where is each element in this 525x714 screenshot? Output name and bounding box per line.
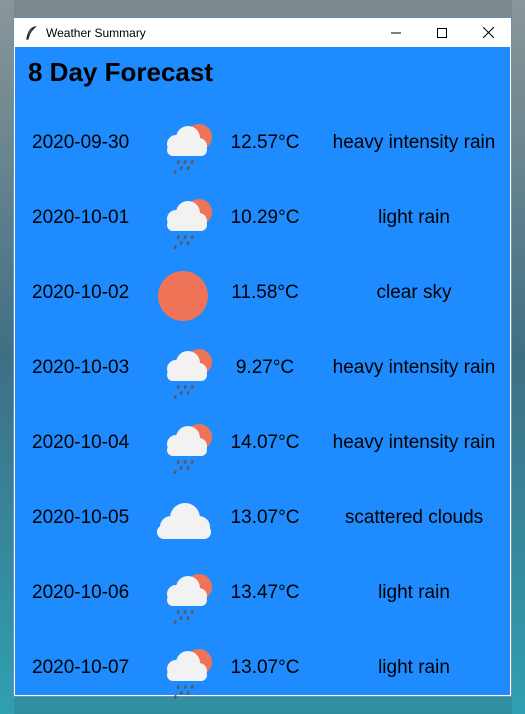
forecast-date: 2020-10-06 — [32, 582, 130, 603]
minimize-button[interactable] — [373, 18, 419, 47]
forecast-row: 2020-10-01 10.29°C light rain — [15, 183, 510, 258]
forecast-description: heavy intensity rain — [332, 132, 496, 153]
forecast-date: 2020-10-01 — [32, 207, 130, 228]
forecast-description: light rain — [378, 582, 450, 603]
title-bar[interactable]: Weather Summary — [14, 18, 511, 47]
forecast-description: scattered clouds — [344, 507, 484, 528]
forecast-row: 2020-10-06 13.47°C light rain — [15, 558, 510, 633]
forecast-temperature: 13.07°C — [230, 657, 300, 678]
minimize-icon — [391, 32, 401, 33]
feather-icon — [26, 25, 37, 40]
forecast-temperature: 14.07°C — [230, 432, 300, 453]
forecast-temperature: 13.47°C — [230, 582, 300, 603]
forecast-temperature: 12.57°C — [230, 132, 300, 153]
forecast-row: 2020-10-07 13.07°C light rain — [15, 633, 510, 708]
forecast-description: clear sky — [376, 282, 452, 303]
forecast-description: light rain — [378, 657, 450, 678]
forecast-row: 2020-10-03 9.27°C heavy intensity rain — [15, 333, 510, 408]
forecast-description: heavy intensity rain — [332, 357, 496, 378]
forecast-temperature: 13.07°C — [230, 507, 300, 528]
forecast-row: 2020-09-30 12.57°C heavy intensity rain — [15, 108, 510, 183]
forecast-date: 2020-10-07 — [32, 657, 130, 678]
maximize-icon — [437, 27, 447, 38]
forecast-row: 2020-10-04 14.07°C heavy intensity rain — [15, 408, 510, 483]
window-title: Weather Summary — [46, 25, 146, 40]
forecast-date: 2020-10-02 — [32, 282, 130, 303]
desktop-background-left — [0, 0, 14, 714]
forecast-date: 2020-10-04 — [32, 432, 130, 453]
maximize-button[interactable] — [419, 18, 465, 47]
forecast-row: 2020-10-05 13.07°C scattered clouds — [15, 483, 510, 558]
close-button[interactable] — [465, 18, 511, 47]
page-title: 8 Day Forecast — [28, 57, 213, 87]
app-window: Weather Summary 8 Day Forecast 2020-09-3… — [13, 17, 512, 700]
forecast-temperature: 10.29°C — [230, 207, 300, 228]
desktop-background-right — [512, 0, 525, 714]
forecast-panel: 8 Day Forecast 2020-09-30 12.57°C heavy i… — [15, 47, 510, 700]
forecast-date: 2020-10-05 — [32, 507, 130, 528]
forecast-temperature: 11.58°C — [231, 282, 299, 303]
forecast-temperature: 9.27°C — [235, 357, 295, 378]
forecast-date: 2020-09-30 — [32, 132, 130, 153]
forecast-description: heavy intensity rain — [332, 432, 496, 453]
forecast-description: light rain — [378, 207, 450, 228]
forecast-date: 2020-10-03 — [32, 357, 130, 378]
close-icon — [482, 27, 494, 38]
forecast-row: 2020-10-02 11.58°C clear sky — [15, 258, 510, 333]
